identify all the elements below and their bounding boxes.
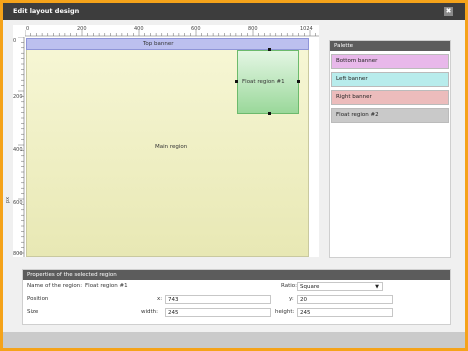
top-banner-label: Top banner — [143, 41, 174, 47]
palette-panel: Palette Bottom banner Left banner Right … — [329, 40, 451, 258]
dialog-titlebar: Edit layout design ✖ — [3, 3, 465, 20]
close-icon[interactable]: ✖ — [444, 7, 453, 16]
ruler-top-label: 200 — [77, 26, 87, 32]
resize-handle-right[interactable] — [297, 80, 300, 83]
ruler-left-label: 600 — [13, 200, 23, 206]
ratio-select-value: Square — [300, 284, 320, 290]
resize-handle-left[interactable] — [235, 80, 238, 83]
region-name-value: Float region #1 — [85, 283, 128, 289]
edit-layout-dialog: Edit layout design ✖ 0 200 400 600 800 1… — [0, 0, 468, 351]
ruler-top-ticks — [25, 30, 319, 37]
float-region-1[interactable]: Float region #1 — [237, 50, 299, 114]
ruler-left: 0 200 400 600 800 — [13, 37, 25, 257]
y-label: y: — [289, 296, 294, 302]
height-label: height: — [275, 309, 295, 315]
resize-handle-bottom[interactable] — [268, 112, 271, 115]
ratio-label: Ratio: — [281, 283, 297, 289]
ruler-left-label: 400 — [13, 147, 23, 153]
height-field[interactable]: 245 — [297, 308, 393, 317]
palette-item-left-banner[interactable]: Left banner — [331, 72, 449, 87]
size-label: Size — [27, 309, 39, 315]
region-name-label: Name of the region: — [27, 283, 83, 289]
properties-header: Properties of the selected region — [23, 270, 450, 280]
x-field[interactable]: 743 — [165, 295, 271, 304]
width-label: width: — [141, 309, 159, 315]
position-label: Position — [27, 296, 49, 302]
main-region-label: Main region — [155, 144, 188, 150]
resize-handle-top[interactable] — [268, 48, 271, 51]
palette-item-float-region-2[interactable]: Float region #2 — [331, 108, 449, 123]
y-field[interactable]: 20 — [297, 295, 393, 304]
ruler-top-label: 0 — [26, 26, 30, 32]
ruler-left-label: 0 — [13, 38, 17, 44]
dialog-footer — [3, 332, 465, 348]
ruler-top-label: 800 — [248, 26, 258, 32]
float-region-label: Float region #1 — [242, 79, 285, 85]
palette-item-right-banner[interactable]: Right banner — [331, 90, 449, 105]
width-field[interactable]: 245 — [165, 308, 271, 317]
ruler-top-label: 1024 — [300, 26, 313, 32]
ruler-top-label: 600 — [191, 26, 201, 32]
x-label: x: — [157, 296, 163, 302]
chevron-down-icon: ▼ — [375, 284, 379, 290]
top-banner-region[interactable]: Top banner — [26, 38, 309, 50]
ruler-left-label: 800 — [13, 251, 23, 257]
ruler-unit-label: px — [5, 196, 12, 204]
ruler-top: 0 200 400 600 800 1024 — [25, 25, 319, 37]
ruler-top-label: 400 — [134, 26, 144, 32]
palette-item-bottom-banner[interactable]: Bottom banner — [331, 54, 449, 69]
dialog-title: Edit layout design — [13, 7, 80, 15]
ruler-left-label: 200 — [13, 94, 23, 100]
ratio-select[interactable]: Square ▼ — [297, 282, 383, 291]
palette-header: Palette — [330, 41, 450, 51]
properties-panel: Properties of the selected region Name o… — [22, 269, 451, 325]
